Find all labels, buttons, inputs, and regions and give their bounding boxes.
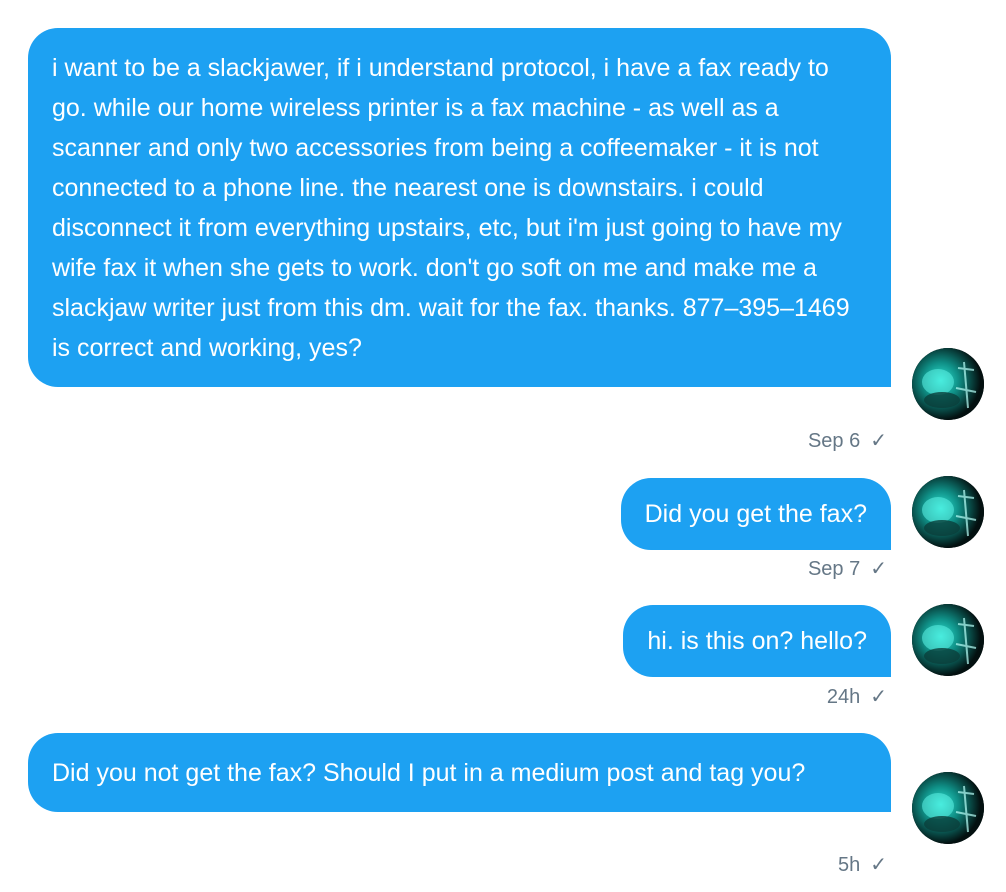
message-timestamp: Sep 7 [807,558,861,580]
message-meta: 5h ✓ [838,852,887,877]
message-timestamp: 5h [837,854,861,876]
message-bubble[interactable]: Did you not get the fax? Should I put in… [28,733,891,812]
sender-avatar[interactable] [912,476,984,548]
message-meta: 24h ✓ [827,684,887,709]
message-meta: Sep 7 ✓ [808,556,887,581]
message-text: Did you get the fax? [644,500,867,528]
sent-check-icon: ✓ [870,684,887,708]
message-timestamp: Sep 6 [807,430,861,452]
avatar-image [912,348,984,420]
sender-avatar[interactable] [912,348,984,420]
avatar-image [912,476,984,548]
sender-avatar[interactable] [912,604,984,676]
message-meta: Sep 6 ✓ [808,428,887,453]
avatar-image [912,604,984,676]
avatar-image [912,772,984,844]
message-text: Did you not get the fax? Should I put in… [52,759,806,787]
message-text: i want to be a slackjawer, if i understa… [52,54,850,362]
sent-check-icon: ✓ [870,852,887,876]
sender-avatar[interactable] [912,772,984,844]
message-timestamp: 24h [826,686,861,708]
message-bubble[interactable]: i want to be a slackjawer, if i understa… [28,28,891,387]
message-text: hi. is this on? hello? [647,627,867,655]
message-bubble[interactable]: hi. is this on? hello? [623,605,891,677]
message-bubble[interactable]: Did you get the fax? [620,478,891,550]
sent-check-icon: ✓ [870,556,887,580]
sent-check-icon: ✓ [870,428,887,452]
